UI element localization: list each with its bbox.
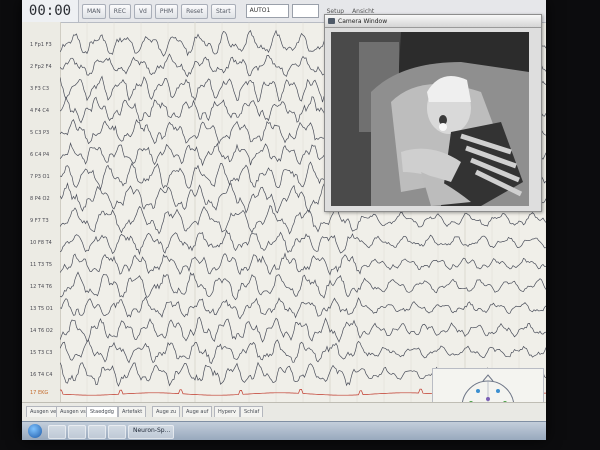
channel-label: 2 Fp2 F4 (30, 64, 52, 70)
monitor-screen: 00:00 MAN REC Vd PHM Reset Start AUTO1 S… (22, 0, 546, 440)
channel-label: 6 C4 P4 (30, 152, 50, 158)
start-button[interactable]: Start (210, 3, 236, 19)
start-menu-icon[interactable] (28, 424, 42, 438)
neuron-taskbar-item[interactable]: Neuron-Sp... (128, 425, 174, 439)
phm-button[interactable]: PHM (154, 3, 179, 19)
tab-ausgen-vs[interactable]: Ausgen vs (56, 406, 90, 417)
channel-label: 4 F4 C4 (30, 108, 50, 114)
folder-taskbar-icon[interactable] (68, 425, 86, 439)
tab-auge-zu[interactable]: Auge zu (152, 406, 181, 417)
channel-label: 3 F3 C3 (30, 86, 50, 92)
vd-button[interactable]: Vd (133, 3, 152, 19)
camera-window-title: Camera Window (338, 17, 388, 25)
channel-label: 7 P3 O1 (30, 174, 50, 180)
camera-window[interactable]: Camera Window (324, 14, 542, 212)
rec-button[interactable]: REC (108, 3, 131, 19)
patient-video-image (331, 32, 529, 206)
tab-hyperv[interactable]: Hyperv (214, 406, 240, 417)
channel-label: 5 C3 P3 (30, 130, 50, 136)
ie-taskbar-icon[interactable] (48, 425, 66, 439)
channel-label: 9 F7 T3 (30, 218, 49, 224)
channel-label: 10 F8 T4 (30, 240, 52, 246)
channel-label: 11 T3 T5 (30, 262, 53, 268)
neuron-taskbar-label: Neuron-Sp... (133, 427, 171, 434)
montage-select[interactable]: AUTO1 (245, 4, 289, 18)
channel-label-column: 1 Fp1 F3 2 Fp2 F4 3 F3 C3 4 F4 C4 5 C3 P… (22, 22, 61, 402)
windows-taskbar: Neuron-Sp... (22, 421, 546, 440)
monitor-taskbar-icon[interactable] (108, 425, 126, 439)
channel-label: 1 Fp1 F3 (30, 42, 52, 48)
channel-label: 16 T4 C4 (30, 372, 53, 378)
tab-artefakt[interactable]: Artefakt (118, 406, 147, 417)
channel-label: 12 T4 T6 (30, 284, 53, 290)
reset-button[interactable]: Reset (181, 3, 208, 19)
channel-label: 13 T5 O1 (30, 306, 53, 312)
camera-video-feed (331, 32, 529, 206)
camera-icon (328, 18, 335, 24)
channel-label: 8 P4 O2 (30, 196, 50, 202)
channel-label: 14 T6 O2 (30, 328, 53, 334)
app-taskbar-icon[interactable] (88, 425, 106, 439)
camera-window-titlebar[interactable]: Camera Window (325, 15, 541, 28)
channel-label: 15 T3 C3 (30, 350, 53, 356)
recording-timer: 00:00 (22, 0, 79, 22)
channel-label-ekg: 17 EKG (30, 390, 49, 396)
tab-staedgdg[interactable]: Staedgdg (86, 406, 118, 417)
tab-schlaf[interactable]: Schlaf (240, 406, 264, 417)
tab-auge-auf[interactable]: Auge auf (182, 406, 213, 417)
man-button[interactable]: MAN (82, 3, 106, 19)
sensitivity-select[interactable] (291, 4, 319, 18)
